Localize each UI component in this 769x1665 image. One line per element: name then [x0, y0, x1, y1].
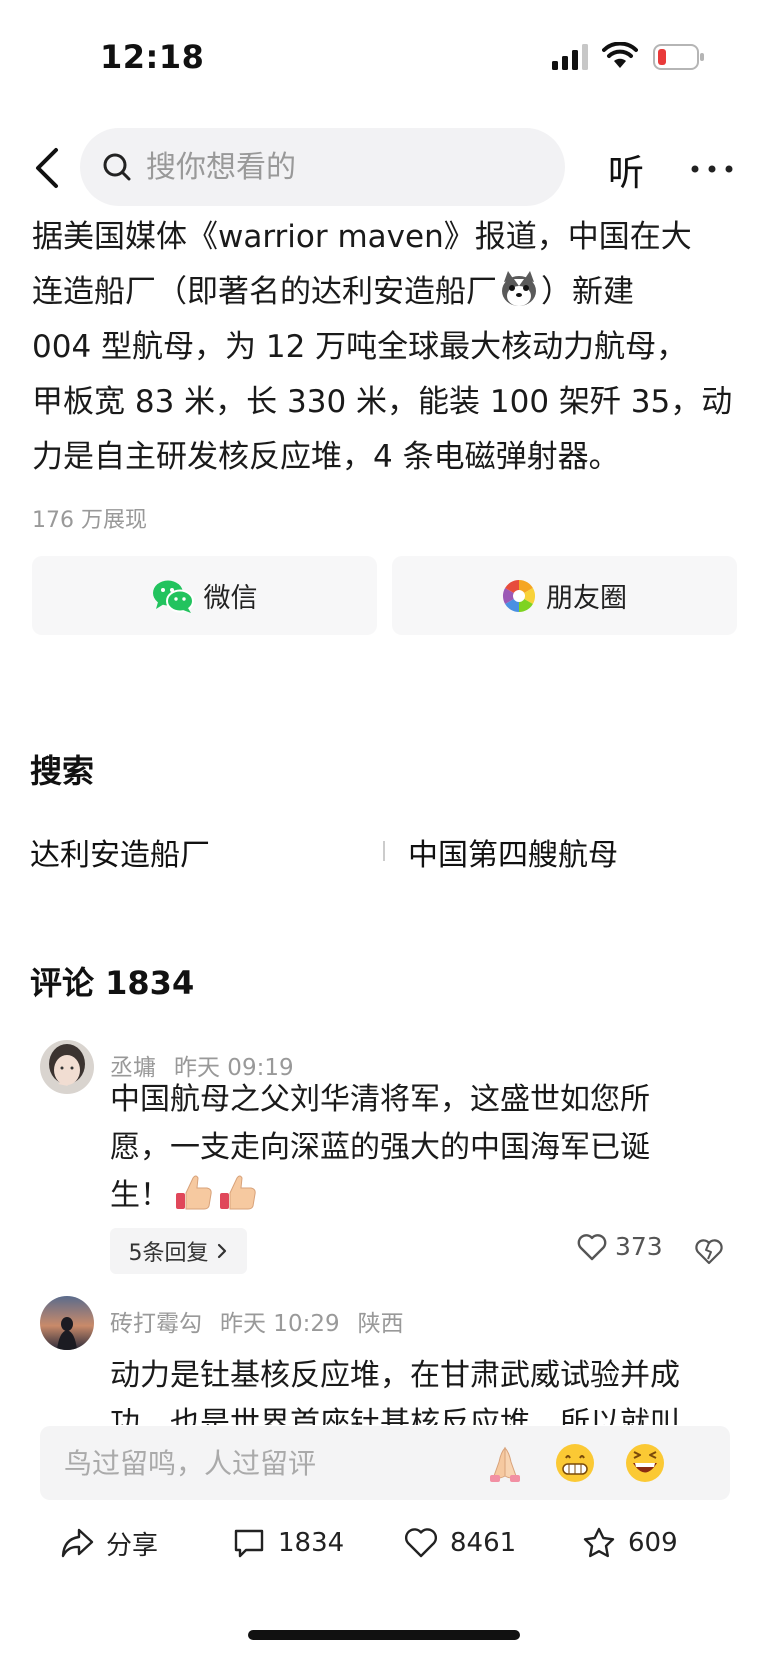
comment-like-count: 373	[615, 1232, 663, 1261]
share-wechat-button[interactable]: 微信	[32, 556, 377, 635]
dislike-icon[interactable]	[694, 1236, 724, 1266]
listen-button[interactable]: 听	[608, 144, 644, 196]
search-icon	[103, 153, 131, 181]
cellular-signal-icon	[552, 44, 588, 70]
avatar[interactable]	[40, 1296, 94, 1350]
comment-input[interactable]	[64, 1426, 504, 1500]
heart-icon	[404, 1528, 438, 1558]
search-input[interactable]	[146, 128, 546, 206]
share-wechat-label: 微信	[203, 583, 258, 614]
avatar-image	[40, 1040, 94, 1094]
chevron-right-icon	[217, 1243, 226, 1259]
comment-line: 动力是钍基核反应堆，在甘肃武威试验并成	[110, 1358, 680, 1393]
comment-text: 生！	[110, 1178, 170, 1213]
heart-icon	[577, 1233, 607, 1260]
comment-icon	[234, 1529, 264, 1558]
like-button[interactable]: 8461	[404, 1522, 516, 1564]
search-section-title: 搜索	[30, 752, 95, 790]
status-bar: 12:18	[0, 0, 769, 110]
article-line: 连造船厂（即著名的达利安造船厂 ）新建	[32, 265, 742, 320]
battery-low-icon	[653, 44, 704, 70]
divider	[383, 841, 385, 861]
wifi-icon	[602, 42, 638, 68]
avatar[interactable]	[40, 1040, 94, 1094]
comment-input-bar	[40, 1426, 730, 1500]
comment-button[interactable]: 1834	[232, 1522, 344, 1564]
article-line: 甲板宽 83 米，长 330 米，能装 100 架歼 35，动	[32, 384, 733, 420]
related-search-link[interactable]: 达利安造船厂	[30, 830, 210, 874]
article-body: 据美国媒体《warrior maven》报道，中国在大 连造船厂（即著名的达利安…	[32, 210, 742, 485]
grimace-emoji-icon[interactable]	[554, 1442, 596, 1484]
comment-like-button[interactable]: 373	[577, 1232, 663, 1261]
pray-emoji-icon[interactable]	[484, 1442, 526, 1484]
comment-line: 功，也是世界首座钍基核反应堆，所以就叫	[110, 1406, 680, 1425]
comment-username[interactable]: 砖打霉勾	[110, 1311, 202, 1337]
comment-line: 中国航母之父刘华清将军，这盛世如您所	[110, 1082, 650, 1117]
status-time: 12:18	[100, 38, 205, 76]
comments-section-title: 评论 1834	[30, 964, 195, 1002]
article-text: 连造船厂（即著名的达利安造船厂	[32, 274, 497, 310]
related-search-link[interactable]: 中国第四艘航母	[408, 830, 618, 874]
share-moments-button[interactable]: 朋友圈	[392, 556, 737, 635]
share-icon	[61, 1528, 94, 1558]
comment-line: 生！	[110, 1172, 710, 1220]
star-icon	[583, 1527, 615, 1558]
avatar-image	[40, 1296, 94, 1350]
comment-text-clip: 动力是钍基核反应堆，在甘肃武威试验并成 功，也是世界首座钍基核反应堆，所以就叫	[110, 1352, 730, 1425]
replies-label: 5条回复	[128, 1241, 209, 1266]
favorite-button[interactable]: 609	[582, 1522, 678, 1564]
moments-icon	[502, 579, 536, 612]
article-line: 004 型航母，为 12 万吨全球最大核动力航母，	[32, 329, 688, 365]
search-bar[interactable]	[80, 128, 565, 206]
comment-time: 昨天 10:29	[220, 1311, 340, 1337]
laughing-emoji-icon[interactable]	[624, 1442, 666, 1484]
home-indicator	[248, 1630, 520, 1640]
comment-text: 动力是钍基核反应堆，在甘肃武威试验并成 功，也是世界首座钍基核反应堆，所以就叫	[110, 1352, 730, 1425]
view-count: 176 万展现	[32, 508, 147, 533]
wechat-icon	[152, 580, 194, 613]
share-button[interactable]: 分享	[60, 1522, 158, 1564]
share-label: 分享	[106, 1530, 159, 1561]
comment-location: 陕西	[357, 1311, 404, 1337]
comment-meta: 砖打霉勾 昨天 10:29 陕西	[110, 1304, 422, 1338]
comments-count: 1834	[278, 1528, 345, 1558]
thumbs-up-emoji-icon	[176, 1175, 212, 1210]
article-text: ）新建	[541, 274, 634, 310]
article-line: 力是自主研发核反应堆，4 条电磁弹射器。	[32, 439, 620, 475]
likes-count: 8461	[450, 1528, 517, 1558]
husky-emoji-icon	[502, 271, 536, 306]
share-moments-label: 朋友圈	[546, 583, 627, 614]
article-line: 据美国媒体《warrior maven》报道，中国在大	[32, 219, 692, 255]
favorites-count: 609	[628, 1528, 678, 1558]
top-nav-bar: 听	[0, 128, 769, 206]
thumbs-up-emoji-icon	[220, 1175, 256, 1210]
view-replies-button[interactable]: 5条回复	[110, 1228, 247, 1274]
comment-line: 愿，一支走向深蓝的强大的中国海军已诞	[110, 1130, 650, 1165]
back-icon[interactable]	[30, 146, 64, 190]
more-icon[interactable]	[690, 164, 734, 174]
comment-text: 中国航母之父刘华清将军，这盛世如您所 愿，一支走向深蓝的强大的中国海军已诞 生！	[110, 1076, 710, 1220]
